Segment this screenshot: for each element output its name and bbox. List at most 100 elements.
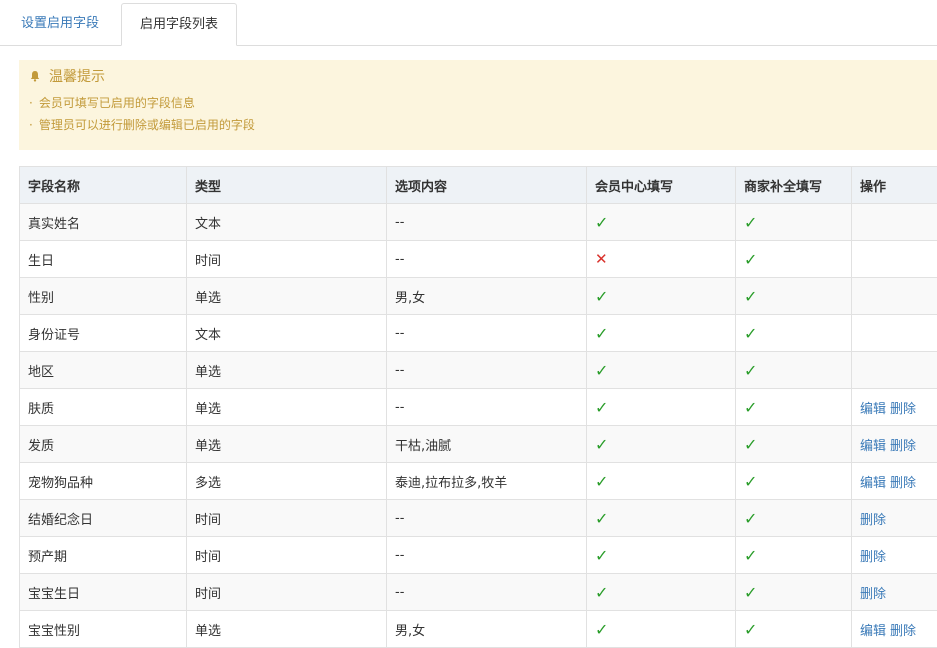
delete-link[interactable]: 删除 [860,587,886,602]
cell-member-fill: ✓ [586,388,736,426]
check-icon: ✓ [744,619,758,639]
cell-field-name: 真实姓名 [19,203,187,241]
cell-type: 单选 [186,425,387,463]
cell-actions: 编辑 删除 [851,462,937,500]
tab-enabled-fields-list[interactable]: 启用字段列表 [121,3,237,46]
check-icon: ✓ [595,508,609,528]
cell-actions: 删除 [851,499,937,537]
table-row: 宠物狗品种 多选 泰迪,拉布拉多,牧羊 ✓ ✓ 编辑 删除 [19,462,937,500]
cell-member-fill: ✓ [586,277,736,315]
cell-actions: 编辑 删除 [851,388,937,426]
cell-actions [851,314,937,352]
cell-options: -- [386,536,587,574]
cell-field-name: 身份证号 [19,314,187,352]
table-row: 肤质 单选 -- ✓ ✓ 编辑 删除 [19,388,937,426]
check-icon: ✓ [595,582,609,602]
delete-link[interactable]: 删除 [890,624,916,639]
cell-field-name: 结婚纪念日 [19,499,187,537]
cell-member-fill: ✓ [586,425,736,463]
table-row: 生日 时间 -- ✕ ✓ [19,240,937,278]
edit-link[interactable]: 编辑 [860,624,886,639]
table-row: 结婚纪念日 时间 -- ✓ ✓ 删除 [19,499,937,537]
notice-title: 温馨提示 [49,69,105,85]
cell-member-fill: ✓ [586,499,736,537]
table-header-row: 字段名称 类型 选项内容 会员中心填写 商家补全填写 操作 [19,166,937,204]
cell-member-fill: ✓ [586,610,736,648]
check-icon: ✓ [595,619,609,639]
header-actions: 操作 [851,166,937,204]
check-icon: ✓ [595,471,609,491]
cell-type: 时间 [186,536,387,574]
edit-link[interactable]: 编辑 [860,402,886,417]
table-row: 预产期 时间 -- ✓ ✓ 删除 [19,536,937,574]
cell-field-name: 肤质 [19,388,187,426]
cell-type: 多选 [186,462,387,500]
check-icon: ✓ [595,286,609,306]
notice-item-text: 管理员可以进行删除或编辑已启用的字段 [38,118,255,132]
cell-options: 男,女 [386,277,587,315]
check-icon: ✓ [744,360,758,380]
cell-field-name: 宠物狗品种 [19,462,187,500]
check-icon: ✓ [595,397,609,417]
header-field-name: 字段名称 [19,166,187,204]
fields-table-container: 字段名称 类型 选项内容 会员中心填写 商家补全填写 操作 真实姓名 文本 -- ✓ ✓… [19,166,937,648]
header-type: 类型 [186,166,387,204]
delete-link[interactable]: 删除 [890,476,916,491]
cell-actions: 编辑 删除 [851,425,937,463]
check-icon: ✓ [595,545,609,565]
cell-type: 单选 [186,277,387,315]
cell-field-name: 宝宝生日 [19,573,187,611]
cell-options: -- [386,203,587,241]
page: 设置启用字段 启用字段列表 温馨提示 · 会员可填写已启用的字段信息 · 管理员可以… [0,0,937,648]
cell-member-fill: ✓ [586,536,736,574]
cell-type: 时间 [186,573,387,611]
cell-options: 泰迪,拉布拉多,牧羊 [386,462,587,500]
cell-field-name: 生日 [19,240,187,278]
cell-merchant-fill: ✓ [735,314,852,352]
notice-item-text: 会员可填写已启用的字段信息 [38,96,195,110]
cell-merchant-fill: ✓ [735,536,852,574]
delete-link[interactable]: 删除 [860,513,886,528]
table-row: 真实姓名 文本 -- ✓ ✓ [19,203,937,241]
cell-member-fill: ✓ [586,203,736,241]
cross-icon: ✕ [595,250,608,268]
cell-type: 单选 [186,351,387,389]
cell-actions: 删除 [851,573,937,611]
edit-link[interactable]: 编辑 [860,439,886,454]
cell-options: -- [386,314,587,352]
cell-actions [851,351,937,389]
header-options: 选项内容 [386,166,587,204]
edit-link[interactable]: 编辑 [860,476,886,491]
check-icon: ✓ [744,508,758,528]
cell-type: 单选 [186,388,387,426]
delete-link[interactable]: 删除 [860,550,886,565]
check-icon: ✓ [595,323,609,343]
tab-set-enabled-fields[interactable]: 设置启用字段 [0,3,120,44]
delete-link[interactable]: 删除 [890,439,916,454]
cell-field-name: 宝宝性别 [19,610,187,648]
cell-type: 时间 [186,499,387,537]
cell-merchant-fill: ✓ [735,277,852,315]
check-icon: ✓ [744,582,758,602]
cell-merchant-fill: ✓ [735,610,852,648]
cell-member-fill: ✓ [586,462,736,500]
cell-type: 单选 [186,610,387,648]
cell-merchant-fill: ✓ [735,388,852,426]
cell-options: 干枯,油腻 [386,425,587,463]
cell-merchant-fill: ✓ [735,462,852,500]
cell-merchant-fill: ✓ [735,425,852,463]
check-icon: ✓ [595,434,609,454]
table-row: 发质 单选 干枯,油腻 ✓ ✓ 编辑 删除 [19,425,937,463]
cell-actions: 删除 [851,536,937,574]
cell-merchant-fill: ✓ [735,499,852,537]
check-icon: ✓ [744,249,758,269]
cell-merchant-fill: ✓ [735,203,852,241]
check-icon: ✓ [744,434,758,454]
check-icon: ✓ [744,545,758,565]
cell-member-fill: ✓ [586,351,736,389]
cell-actions: 编辑 删除 [851,610,937,648]
cell-options: -- [386,351,587,389]
delete-link[interactable]: 删除 [890,402,916,417]
check-icon: ✓ [595,360,609,380]
cell-field-name: 发质 [19,425,187,463]
